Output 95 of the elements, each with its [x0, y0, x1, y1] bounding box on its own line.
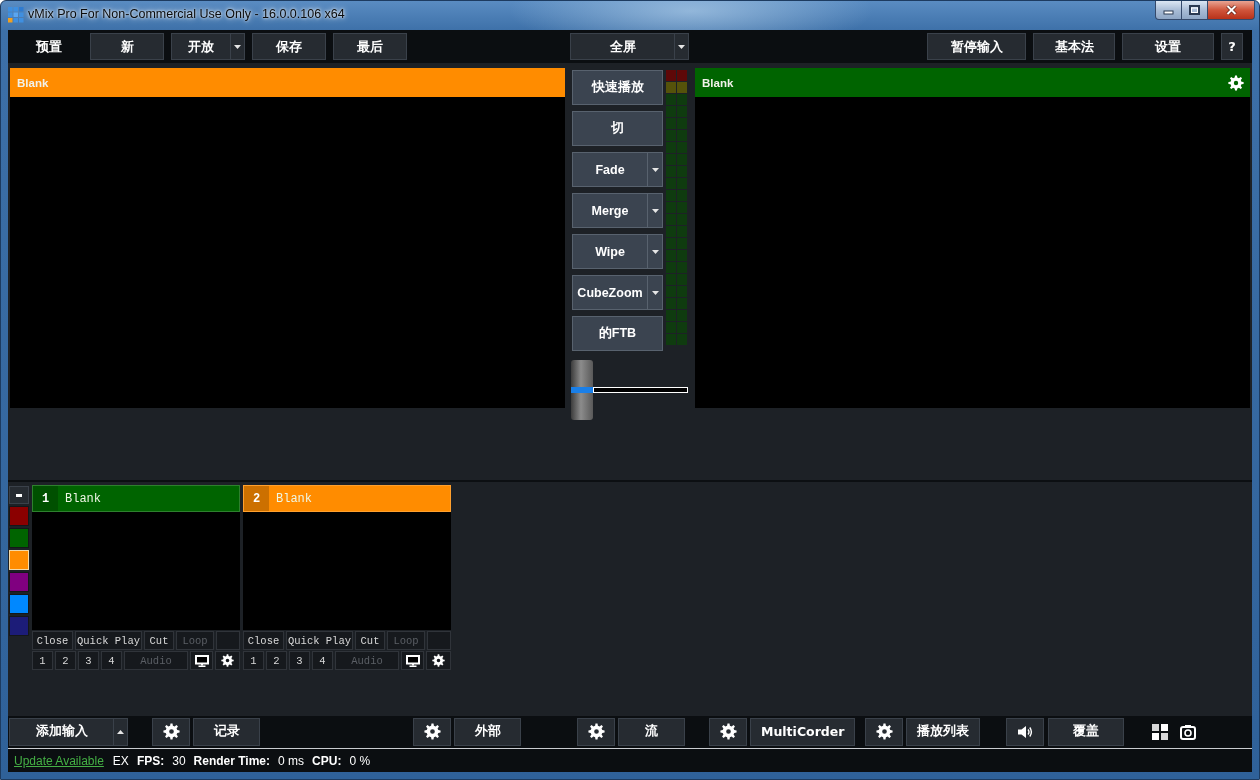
settings-icon [719, 723, 737, 740]
settings-button[interactable] [577, 717, 615, 746]
transition-button[interactable]: 的FTB [572, 316, 663, 351]
minus-icon [16, 493, 22, 497]
monitor-icon [405, 654, 420, 667]
transition-button[interactable]: Fade [572, 152, 663, 187]
overlay-button[interactable]: 4 [312, 651, 333, 670]
speaker-icon [1017, 724, 1034, 739]
input-control-button[interactable]: Cut [144, 631, 174, 650]
settings-button[interactable] [709, 717, 747, 746]
output-button[interactable]: MultiCorder [750, 717, 856, 746]
transition-button[interactable]: 快速播放 [572, 70, 663, 105]
swatch-icon[interactable] [9, 616, 29, 636]
settings-button[interactable] [865, 717, 904, 746]
settings-icon [162, 723, 180, 740]
input-control-button[interactable]: Close [32, 631, 73, 650]
settings-icon [587, 723, 605, 740]
settings-button[interactable] [152, 717, 190, 746]
stat-label: CPU: [312, 753, 342, 768]
minimize-button[interactable] [1155, 1, 1182, 20]
toolbar-button[interactable]: 新 [90, 33, 164, 60]
update-link[interactable]: Update Available [14, 753, 104, 768]
mode-label: EX [112, 753, 129, 768]
add-input-button[interactable]: 添加输入 [9, 717, 128, 746]
stat-label: FPS: [136, 753, 165, 768]
transition-button[interactable]: CubeZoom [572, 275, 663, 310]
input-control-button[interactable]: Close [243, 631, 284, 650]
minus-button[interactable] [9, 486, 29, 504]
toolbar-button[interactable]: 开放 [171, 33, 245, 60]
close-button[interactable] [1208, 1, 1255, 20]
settings-icon [432, 654, 445, 667]
transition-button[interactable]: Wipe [572, 234, 663, 269]
window-title: vMix Pro For Non-Commercial Use Only - 16.0.0.106 x64 [28, 7, 345, 21]
toolbar-button[interactable]: 基本法 [1033, 33, 1115, 60]
settings-button[interactable] [426, 651, 451, 670]
toolbar-button[interactable]: ? [1221, 33, 1243, 60]
swatch-icon[interactable] [9, 528, 29, 548]
output-button[interactable]: 流 [618, 717, 685, 746]
settings-button[interactable] [215, 651, 240, 670]
grid-icon[interactable] [1152, 723, 1169, 740]
camera-icon[interactable] [1180, 723, 1197, 740]
stat-value: 0 % [349, 753, 371, 768]
input-number: 1 [33, 486, 58, 511]
input-control-button[interactable]: Quick Play [286, 631, 353, 650]
overlay-toggle-button[interactable]: 覆盖 [1048, 717, 1125, 746]
toolbar-button[interactable]: 最后 [333, 33, 407, 60]
monitor-button[interactable] [401, 651, 424, 670]
stat-value: 0 ms [278, 753, 305, 768]
overlay-button[interactable]: 1 [243, 651, 264, 670]
transition-button[interactable]: 切 [572, 111, 663, 146]
empty-cell [216, 631, 240, 650]
monitor-button[interactable] [190, 651, 213, 670]
app-icon [8, 7, 24, 23]
stat-value: 30 [172, 753, 186, 768]
input-title: Blank [64, 491, 101, 506]
settings-icon [875, 723, 893, 740]
output-button[interactable]: 记录 [193, 717, 260, 746]
empty-cell [427, 631, 451, 650]
monitor-title: Blank [17, 76, 50, 89]
maximize-button[interactable] [1182, 1, 1208, 20]
toolbar-button[interactable]: 暂停输入 [927, 33, 1026, 60]
input-control-button[interactable]: Quick Play [75, 631, 142, 650]
transition-button[interactable]: Merge [572, 193, 663, 228]
close-icon [1225, 5, 1237, 15]
preset-label: 预置 [35, 37, 63, 56]
settings-icon[interactable] [1228, 74, 1244, 91]
settings-button[interactable] [413, 717, 451, 746]
caret-icon [117, 729, 124, 734]
input-header[interactable]: 2 Blank [243, 485, 451, 512]
input-header[interactable]: 1 Blank [32, 485, 240, 512]
input-title: Blank [275, 491, 312, 506]
monitor-title: Blank [702, 76, 735, 89]
settings-icon [221, 654, 234, 667]
t-bar-handle[interactable] [571, 360, 593, 420]
maximize-icon [1189, 5, 1200, 15]
swatch-icon[interactable] [9, 594, 29, 614]
overlay-button[interactable]: 2 [266, 651, 287, 670]
settings-icon [423, 723, 441, 740]
fullscreen-button[interactable]: 全屏 [570, 33, 689, 60]
overlay-button[interactable]: 4 [101, 651, 122, 670]
output-button[interactable]: 外部 [454, 717, 521, 746]
swatch-icon[interactable] [9, 506, 29, 526]
toolbar-button[interactable]: 设置 [1122, 33, 1214, 60]
toolbar-button[interactable]: 保存 [252, 33, 326, 60]
swatch-icon[interactable] [9, 572, 29, 592]
stat-label: Render Time: [193, 753, 271, 768]
monitor-icon [194, 654, 209, 667]
input-control-button[interactable]: Cut [355, 631, 385, 650]
overlay-button[interactable]: 3 [78, 651, 99, 670]
audio-mixer-button[interactable] [1006, 717, 1045, 746]
overlay-button[interactable]: 3 [289, 651, 310, 670]
input-number: 2 [244, 486, 269, 511]
overlay-button[interactable]: 2 [55, 651, 76, 670]
output-button[interactable]: 播放列表 [906, 717, 981, 746]
overlay-button[interactable]: 1 [32, 651, 53, 670]
